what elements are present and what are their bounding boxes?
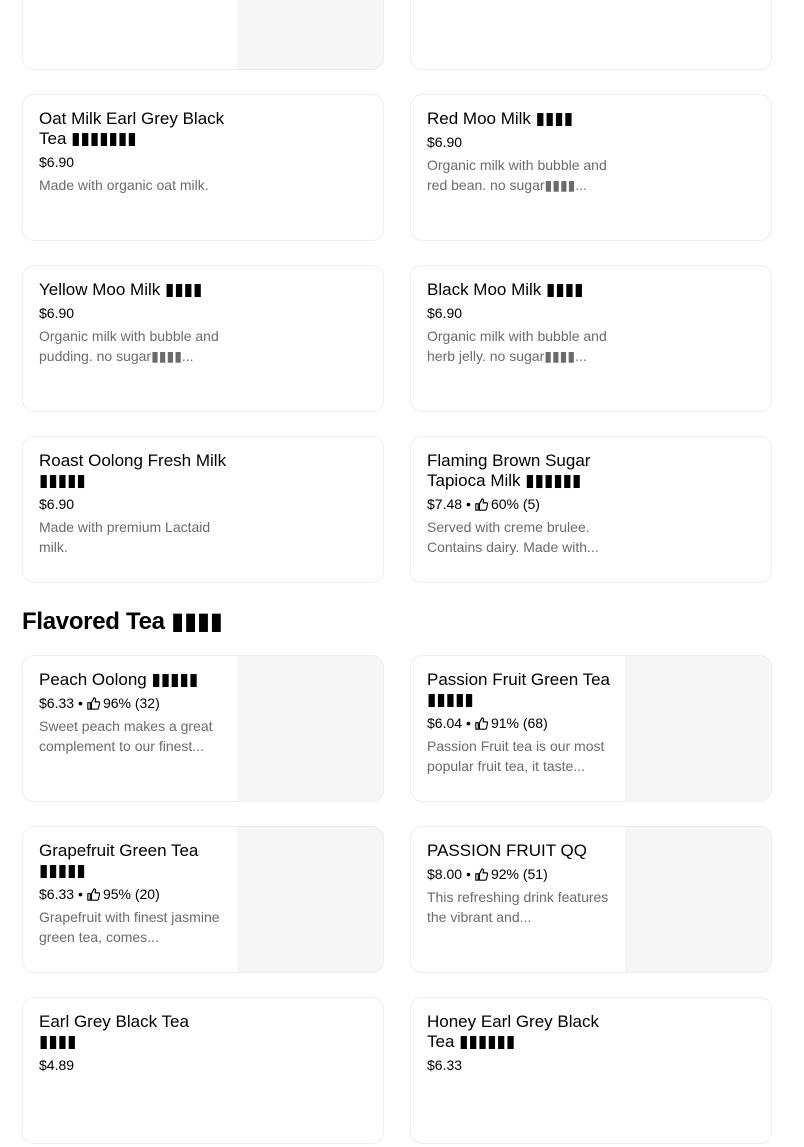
item-info: Grapefruit Green Tea ▮▮▮▮▮ $6.33 • 95% (20)…	[39, 841, 229, 947]
thumbs-up-icon	[87, 887, 100, 901]
item-description: Passion Fruit tea is our most popular fr…	[427, 738, 605, 774]
item-description: Sweet peach makes a great complement to …	[39, 718, 213, 754]
item-price: $6.90	[39, 154, 75, 170]
separator-dot: •	[78, 886, 83, 902]
item-price: $6.33	[427, 1057, 463, 1073]
item-meta: $6.33 • 95% (20)	[39, 885, 229, 903]
menu-item-card-honey-earl-grey-black-tea[interactable]: Honey Earl Grey Black Tea ▮▮▮▮▮▮ $6.33	[410, 997, 772, 1144]
item-name: Roast Oolong Fresh Milk ▮▮▮▮▮	[39, 451, 227, 490]
item-rating: 60% (5)	[490, 496, 540, 512]
item-description: This refreshing drink features the vibra…	[427, 889, 609, 925]
item-meta: $6.90	[39, 153, 229, 171]
item-price: $8.00	[427, 866, 463, 882]
item-price: $6.33	[39, 886, 75, 902]
item-meta: $6.90	[427, 304, 617, 322]
item-image[interactable]	[237, 656, 383, 801]
item-info: Yellow Moo Milk ▮▮▮▮ $6.90 Organic milk wi…	[39, 280, 229, 366]
item-image[interactable]	[237, 0, 383, 69]
item-info: Flaming Brown Sugar Tapioca Milk ▮▮▮▮▮▮ $…	[427, 451, 617, 557]
item-image[interactable]	[625, 656, 771, 801]
item-rating: 95% (20)	[102, 886, 160, 902]
item-description: Made with premium Lactaid milk.	[39, 519, 211, 555]
menu-item-card-passion-fruit-qq[interactable]: PASSION FRUIT QQ $8.00 • 92% (51) This refre…	[410, 826, 772, 973]
item-info: Passion Fruit Green Tea ▮▮▮▮▮ $6.04 • 91% (…	[427, 670, 617, 776]
item-name: Grapefruit Green Tea ▮▮▮▮▮	[39, 841, 199, 880]
item-info: Red Moo Milk ▮▮▮▮ $6.90 Organic milk with …	[427, 109, 617, 195]
menu-item-card-made-with-organic-oat-milk[interactable]: Made with organic oat milk.	[410, 0, 772, 70]
item-meta: $7.48 • 60% (5)	[427, 495, 617, 513]
item-meta: $8.00 • 92% (51)	[427, 865, 617, 883]
item-price: $6.33	[39, 695, 75, 711]
item-name: Flaming Brown Sugar Tapioca Milk ▮▮▮▮▮▮	[427, 451, 591, 490]
item-name: Passion Fruit Green Tea ▮▮▮▮▮	[427, 670, 610, 709]
item-meta: $6.33 • 96% (32)	[39, 694, 229, 712]
item-description: Made with organic oat milk.	[39, 177, 209, 193]
item-meta: $6.90	[39, 495, 229, 513]
menu-item-card-earl-grey-black-tea[interactable]: Earl Grey Black Tea ▮▮▮▮ $4.89	[22, 997, 384, 1144]
item-image[interactable]	[625, 827, 771, 972]
item-info: Oat Milk Earl Grey Black Tea ▮▮▮▮▮▮▮ $6.9…	[39, 109, 229, 195]
menu-canvas: Made with lactaid milk Made with organic …	[0, 0, 804, 1147]
item-rating: 91% (68)	[490, 715, 548, 731]
thumbs-up-icon	[87, 696, 100, 710]
item-info: Peach Oolong ▮▮▮▮▮ $6.33 • 96% (32) Sweet pe…	[39, 670, 229, 756]
item-info: Honey Earl Grey Black Tea ▮▮▮▮▮▮ $6.33	[427, 1012, 617, 1078]
section-title-flavored-tea: Flavored Tea ▮▮▮▮	[22, 608, 223, 635]
item-name: Oat Milk Earl Grey Black Tea ▮▮▮▮▮▮▮	[39, 109, 225, 148]
menu-item-card-red-moo-milk[interactable]: Red Moo Milk ▮▮▮▮ $6.90 Organic milk with …	[410, 94, 772, 241]
menu-item-card-peach-oolong[interactable]: Peach Oolong ▮▮▮▮▮ $6.33 • 96% (32) Sweet pe…	[22, 655, 384, 802]
item-price: $4.89	[39, 1057, 75, 1073]
thumbs-up-icon	[475, 716, 488, 730]
item-description: Organic milk with bubble and herb jelly.…	[427, 328, 607, 364]
separator-dot: •	[466, 715, 471, 731]
item-rating: 96% (32)	[102, 695, 160, 711]
thumbs-up-icon	[475, 867, 488, 881]
menu-grid-milk: Made with lactaid milk Made with organic …	[22, 0, 772, 583]
separator-dot: •	[78, 695, 83, 711]
item-description: Served with creme brulee. Contains dairy…	[427, 519, 599, 555]
item-info: Roast Oolong Fresh Milk ▮▮▮▮▮ $6.90 Made w…	[39, 451, 229, 557]
menu-item-card-roast-oolong-fresh-milk[interactable]: Roast Oolong Fresh Milk ▮▮▮▮▮ $6.90 Made w…	[22, 436, 384, 583]
item-price: $6.04	[427, 715, 463, 731]
item-description: Organic milk with bubble and pudding. no…	[39, 328, 219, 364]
item-name: Peach Oolong ▮▮▮▮▮	[39, 670, 199, 689]
separator-dot: •	[466, 496, 471, 512]
item-price: $6.90	[427, 305, 463, 321]
item-info: PASSION FRUIT QQ $8.00 • 92% (51) This refre…	[427, 841, 617, 927]
item-price: $7.48	[427, 496, 463, 512]
item-name: Red Moo Milk ▮▮▮▮	[427, 109, 574, 128]
item-meta: $6.90	[427, 133, 617, 151]
item-meta: $6.90	[39, 304, 229, 322]
item-rating: 92% (51)	[490, 866, 548, 882]
item-image[interactable]	[237, 827, 383, 972]
menu-item-card-made-with-lactaid-milk[interactable]: Made with lactaid milk	[22, 0, 384, 70]
menu-item-card-yellow-moo-milk[interactable]: Yellow Moo Milk ▮▮▮▮ $6.90 Organic milk wi…	[22, 265, 384, 412]
item-description: Grapefruit with finest jasmine green tea…	[39, 909, 220, 945]
item-meta: $6.33	[427, 1056, 617, 1074]
item-price: $6.90	[39, 305, 75, 321]
item-info: Black Moo Milk ▮▮▮▮ $6.90 Organic milk wit…	[427, 280, 617, 366]
item-name: Honey Earl Grey Black Tea ▮▮▮▮▮▮	[427, 1012, 599, 1051]
item-name: Earl Grey Black Tea ▮▮▮▮	[39, 1012, 189, 1051]
menu-item-card-flaming-brown-sugar-tapioca-milk[interactable]: Flaming Brown Sugar Tapioca Milk ▮▮▮▮▮▮ $…	[410, 436, 772, 583]
item-name: Black Moo Milk ▮▮▮▮	[427, 280, 584, 299]
item-info: Earl Grey Black Tea ▮▮▮▮ $4.89	[39, 1012, 229, 1078]
item-meta: $6.04 • 91% (68)	[427, 714, 617, 732]
menu-grid-flavored-tea: Peach Oolong ▮▮▮▮▮ $6.33 • 96% (32) Sweet pe…	[22, 655, 772, 1144]
menu-item-card-passion-fruit-green-tea[interactable]: Passion Fruit Green Tea ▮▮▮▮▮ $6.04 • 91% (…	[410, 655, 772, 802]
menu-item-card-black-moo-milk[interactable]: Black Moo Milk ▮▮▮▮ $6.90 Organic milk wit…	[410, 265, 772, 412]
menu-item-card-oat-milk-earl-grey-black-tea[interactable]: Oat Milk Earl Grey Black Tea ▮▮▮▮▮▮▮ $6.9…	[22, 94, 384, 241]
menu-item-card-grapefruit-green-tea[interactable]: Grapefruit Green Tea ▮▮▮▮▮ $6.33 • 95% (20)…	[22, 826, 384, 973]
separator-dot: •	[466, 866, 471, 882]
thumbs-up-icon	[475, 497, 488, 511]
item-meta: $4.89	[39, 1056, 229, 1074]
item-name: PASSION FRUIT QQ	[427, 841, 587, 860]
item-description: Organic milk with bubble and red bean. n…	[427, 157, 607, 193]
item-name: Yellow Moo Milk ▮▮▮▮	[39, 280, 203, 299]
item-price: $6.90	[427, 134, 463, 150]
item-price: $6.90	[39, 496, 75, 512]
